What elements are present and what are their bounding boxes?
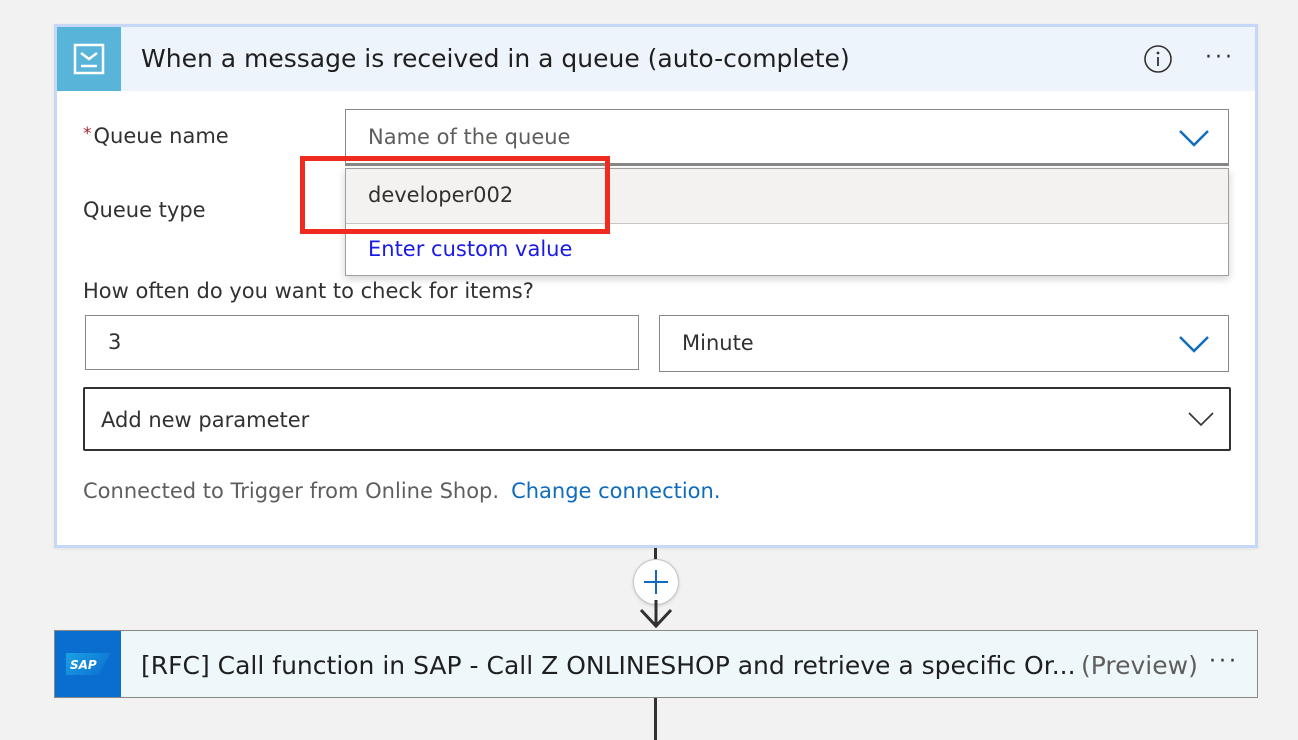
interval-input[interactable]: 3 xyxy=(85,315,639,370)
sap-logo-icon: SAP xyxy=(55,631,121,697)
interval-label: How often do you want to check for items… xyxy=(83,279,534,303)
add-new-parameter-dropdown[interactable]: Add new parameter xyxy=(83,387,1231,451)
chevron-down-icon[interactable] xyxy=(1187,411,1215,427)
arrow-down-icon xyxy=(639,600,673,629)
change-connection-link[interactable]: Change connection. xyxy=(511,479,720,503)
preview-badge: (Preview) xyxy=(1081,651,1198,680)
trigger-title: When a message is received in a queue (a… xyxy=(141,44,850,73)
plus-icon xyxy=(644,570,668,594)
highlight-annotation-box xyxy=(300,156,610,234)
service-bus-queue-icon xyxy=(57,27,121,91)
chevron-down-icon[interactable] xyxy=(1178,128,1210,148)
connection-info: Connected to Trigger from Online Shop. Ch… xyxy=(83,479,721,503)
connector-line xyxy=(654,698,657,740)
insert-step-button[interactable] xyxy=(633,559,679,605)
queue-type-label: Queue type xyxy=(83,198,206,222)
frequency-value: Minute xyxy=(682,331,754,355)
frequency-dropdown[interactable]: Minute xyxy=(659,315,1229,372)
trigger-header[interactable]: When a message is received in a queue (a… xyxy=(57,27,1255,91)
enter-custom-value-option[interactable]: Enter custom value xyxy=(368,237,572,261)
sap-action-card[interactable]: SAP [RFC] Call function in SAP - Call Z … xyxy=(54,630,1258,698)
more-options-icon[interactable]: ··· xyxy=(1205,45,1235,70)
queue-name-placeholder: Name of the queue xyxy=(368,125,571,149)
connection-text: Connected to Trigger from Online Shop. xyxy=(83,479,500,503)
chevron-down-icon[interactable] xyxy=(1178,334,1210,354)
sap-action-title: [RFC] Call function in SAP - Call Z ONLI… xyxy=(141,651,1076,680)
svg-text:SAP: SAP xyxy=(70,658,97,671)
trigger-card: When a message is received in a queue (a… xyxy=(54,24,1258,548)
info-icon[interactable] xyxy=(1143,44,1173,74)
interval-value: 3 xyxy=(108,330,122,354)
required-marker: * xyxy=(83,124,92,144)
queue-name-label: *Queue name xyxy=(83,124,229,148)
add-new-parameter-label: Add new parameter xyxy=(101,408,310,432)
more-options-icon[interactable]: ··· xyxy=(1209,649,1239,674)
